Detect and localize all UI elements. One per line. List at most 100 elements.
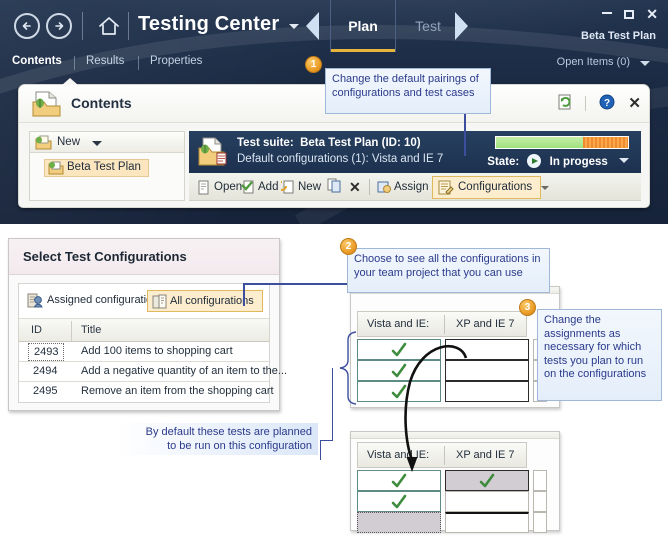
configurations-button[interactable]: Configurations: [432, 176, 542, 199]
all-configurations-icon: [152, 294, 167, 309]
help-icon[interactable]: ?: [599, 94, 615, 113]
check-icon: [391, 473, 407, 488]
column-separator[interactable]: [444, 446, 445, 465]
callout-connector-2-vert: [243, 283, 245, 306]
suite-header: Test suite: Beta Test Plan (ID: 10) Defa…: [189, 131, 641, 173]
maximize-icon[interactable]: [624, 9, 635, 19]
cell-title: Remove an item from the shopping cart: [81, 385, 274, 397]
config-cell-extra: [533, 470, 547, 491]
table-row[interactable]: 2494 Add a negative quantity of an item …: [19, 362, 287, 382]
test-grid-header: ID Title: [19, 318, 269, 342]
add-button[interactable]: Add: [241, 178, 278, 197]
all-configurations-label: All configurations: [170, 295, 254, 307]
column-header-xp[interactable]: XP and IE 7: [456, 318, 515, 330]
caption-connector-stub: [320, 440, 322, 460]
right-triangle-icon[interactable]: [455, 12, 468, 40]
open-items-label[interactable]: Open Items (0): [557, 56, 630, 68]
new-button[interactable]: New: [281, 178, 321, 197]
tab-plan[interactable]: Plan: [330, 0, 396, 52]
cell-title: Add a negative quantity of an item to th…: [81, 365, 288, 377]
tool-separator: [585, 96, 587, 111]
copy-button[interactable]: [327, 178, 343, 197]
assigned-configurations-icon: [27, 293, 43, 308]
column-header-xp[interactable]: XP and IE 7: [456, 449, 515, 461]
config-cell-vista[interactable]: [357, 339, 441, 360]
config-grid-header-after: Vista and IE: XP and IE 7: [357, 442, 527, 468]
config-cell-vista[interactable]: [357, 381, 441, 402]
chevron-down-icon[interactable]: [619, 158, 629, 163]
config-row[interactable]: [357, 491, 547, 512]
check-icon: [391, 363, 407, 378]
tab-assigned-configurations[interactable]: Assigned configurations: [25, 290, 164, 312]
default-tests-caption: By default these tests are planned to be…: [118, 423, 318, 455]
config-cell-vista[interactable]: [357, 360, 441, 381]
plan-name-label: Beta Test Plan: [581, 30, 656, 42]
assign-button[interactable]: Assign: [377, 178, 429, 197]
title-separator-1: [82, 12, 83, 40]
chevron-down-icon[interactable]: [289, 24, 299, 29]
config-cell-vista[interactable]: [357, 512, 441, 533]
tab-test[interactable]: Test: [400, 0, 456, 52]
close-icon[interactable]: ✕: [646, 7, 658, 21]
config-cell-xp[interactable]: [445, 470, 529, 491]
callout-1: Change the default pairings of configura…: [325, 68, 491, 114]
nav-separator-2: [138, 56, 139, 70]
config-row[interactable]: [357, 339, 547, 360]
table-row[interactable]: 2495 Remove an item from the shopping ca…: [19, 382, 274, 402]
open-button[interactable]: Open: [197, 178, 242, 197]
config-row[interactable]: [357, 470, 547, 491]
dialog-header: Select Test Configurations: [9, 239, 279, 275]
close-icon[interactable]: ✕: [628, 96, 641, 111]
column-header-title[interactable]: Title: [81, 324, 101, 336]
chevron-down-icon[interactable]: [640, 61, 650, 66]
title-bar: Testing Center Plan Test ✕ Beta Test Pla…: [0, 0, 668, 52]
table-row[interactable]: 2493 Add 100 items to shopping cart: [19, 342, 269, 362]
dialog-title: Select Test Configurations: [23, 249, 187, 264]
config-cell-xp[interactable]: [445, 512, 529, 533]
column-header-vista[interactable]: Vista and IE:: [367, 318, 429, 330]
panel-notch: [62, 78, 78, 85]
config-cell-xp[interactable]: [445, 491, 529, 512]
new-toolbar[interactable]: New: [30, 132, 184, 153]
assign-icon: [377, 181, 391, 193]
minimize-icon[interactable]: [602, 11, 613, 14]
state-label: State:: [487, 156, 520, 168]
config-cell-xp[interactable]: [445, 339, 529, 360]
tab-results[interactable]: Results: [86, 55, 124, 67]
toolbar-separator: [369, 179, 370, 195]
config-cell-vista[interactable]: [357, 491, 441, 512]
assign-label: Assign: [394, 181, 429, 193]
back-arrow-icon[interactable]: [14, 13, 40, 39]
column-header-vista[interactable]: Vista and IE:: [367, 449, 429, 461]
add-icon: [241, 180, 254, 194]
config-row[interactable]: [357, 360, 547, 381]
panel-header-tools: ? ✕: [548, 94, 641, 113]
open-icon: [198, 180, 209, 195]
tab-all-configurations[interactable]: All configurations: [147, 290, 263, 312]
tab-contents[interactable]: Contents: [12, 55, 62, 67]
config-row[interactable]: [357, 512, 547, 533]
new-label-toolbar: New: [298, 181, 322, 193]
delete-x-icon[interactable]: ✕: [349, 178, 361, 197]
chevron-down-icon[interactable]: [541, 186, 549, 190]
forward-arrow-icon[interactable]: [46, 13, 72, 39]
progress-green-segment: [496, 137, 584, 148]
config-row[interactable]: [357, 381, 547, 402]
callout-connector-2-horz: [243, 283, 349, 285]
column-header-id[interactable]: ID: [31, 324, 42, 336]
refresh-page-icon[interactable]: [558, 94, 572, 113]
chevron-down-icon[interactable]: [92, 141, 102, 146]
column-separator[interactable]: [444, 315, 445, 334]
config-grid-top-strip: [351, 432, 559, 439]
suite-title-value: Beta Test Plan (ID: 10): [300, 137, 421, 149]
left-triangle-icon[interactable]: [306, 12, 319, 40]
suite-state[interactable]: State: In progess: [487, 154, 629, 168]
config-cell-xp[interactable]: [445, 360, 529, 381]
sidebar-item-beta-test-plan[interactable]: Beta Test Plan: [44, 159, 149, 177]
tab-properties[interactable]: Properties: [150, 55, 202, 67]
column-separator[interactable]: [71, 321, 72, 341]
home-icon[interactable]: [97, 15, 121, 37]
config-cell-vista[interactable]: [357, 470, 441, 491]
config-cell-xp[interactable]: [445, 381, 529, 402]
open-label: Open: [214, 181, 243, 193]
